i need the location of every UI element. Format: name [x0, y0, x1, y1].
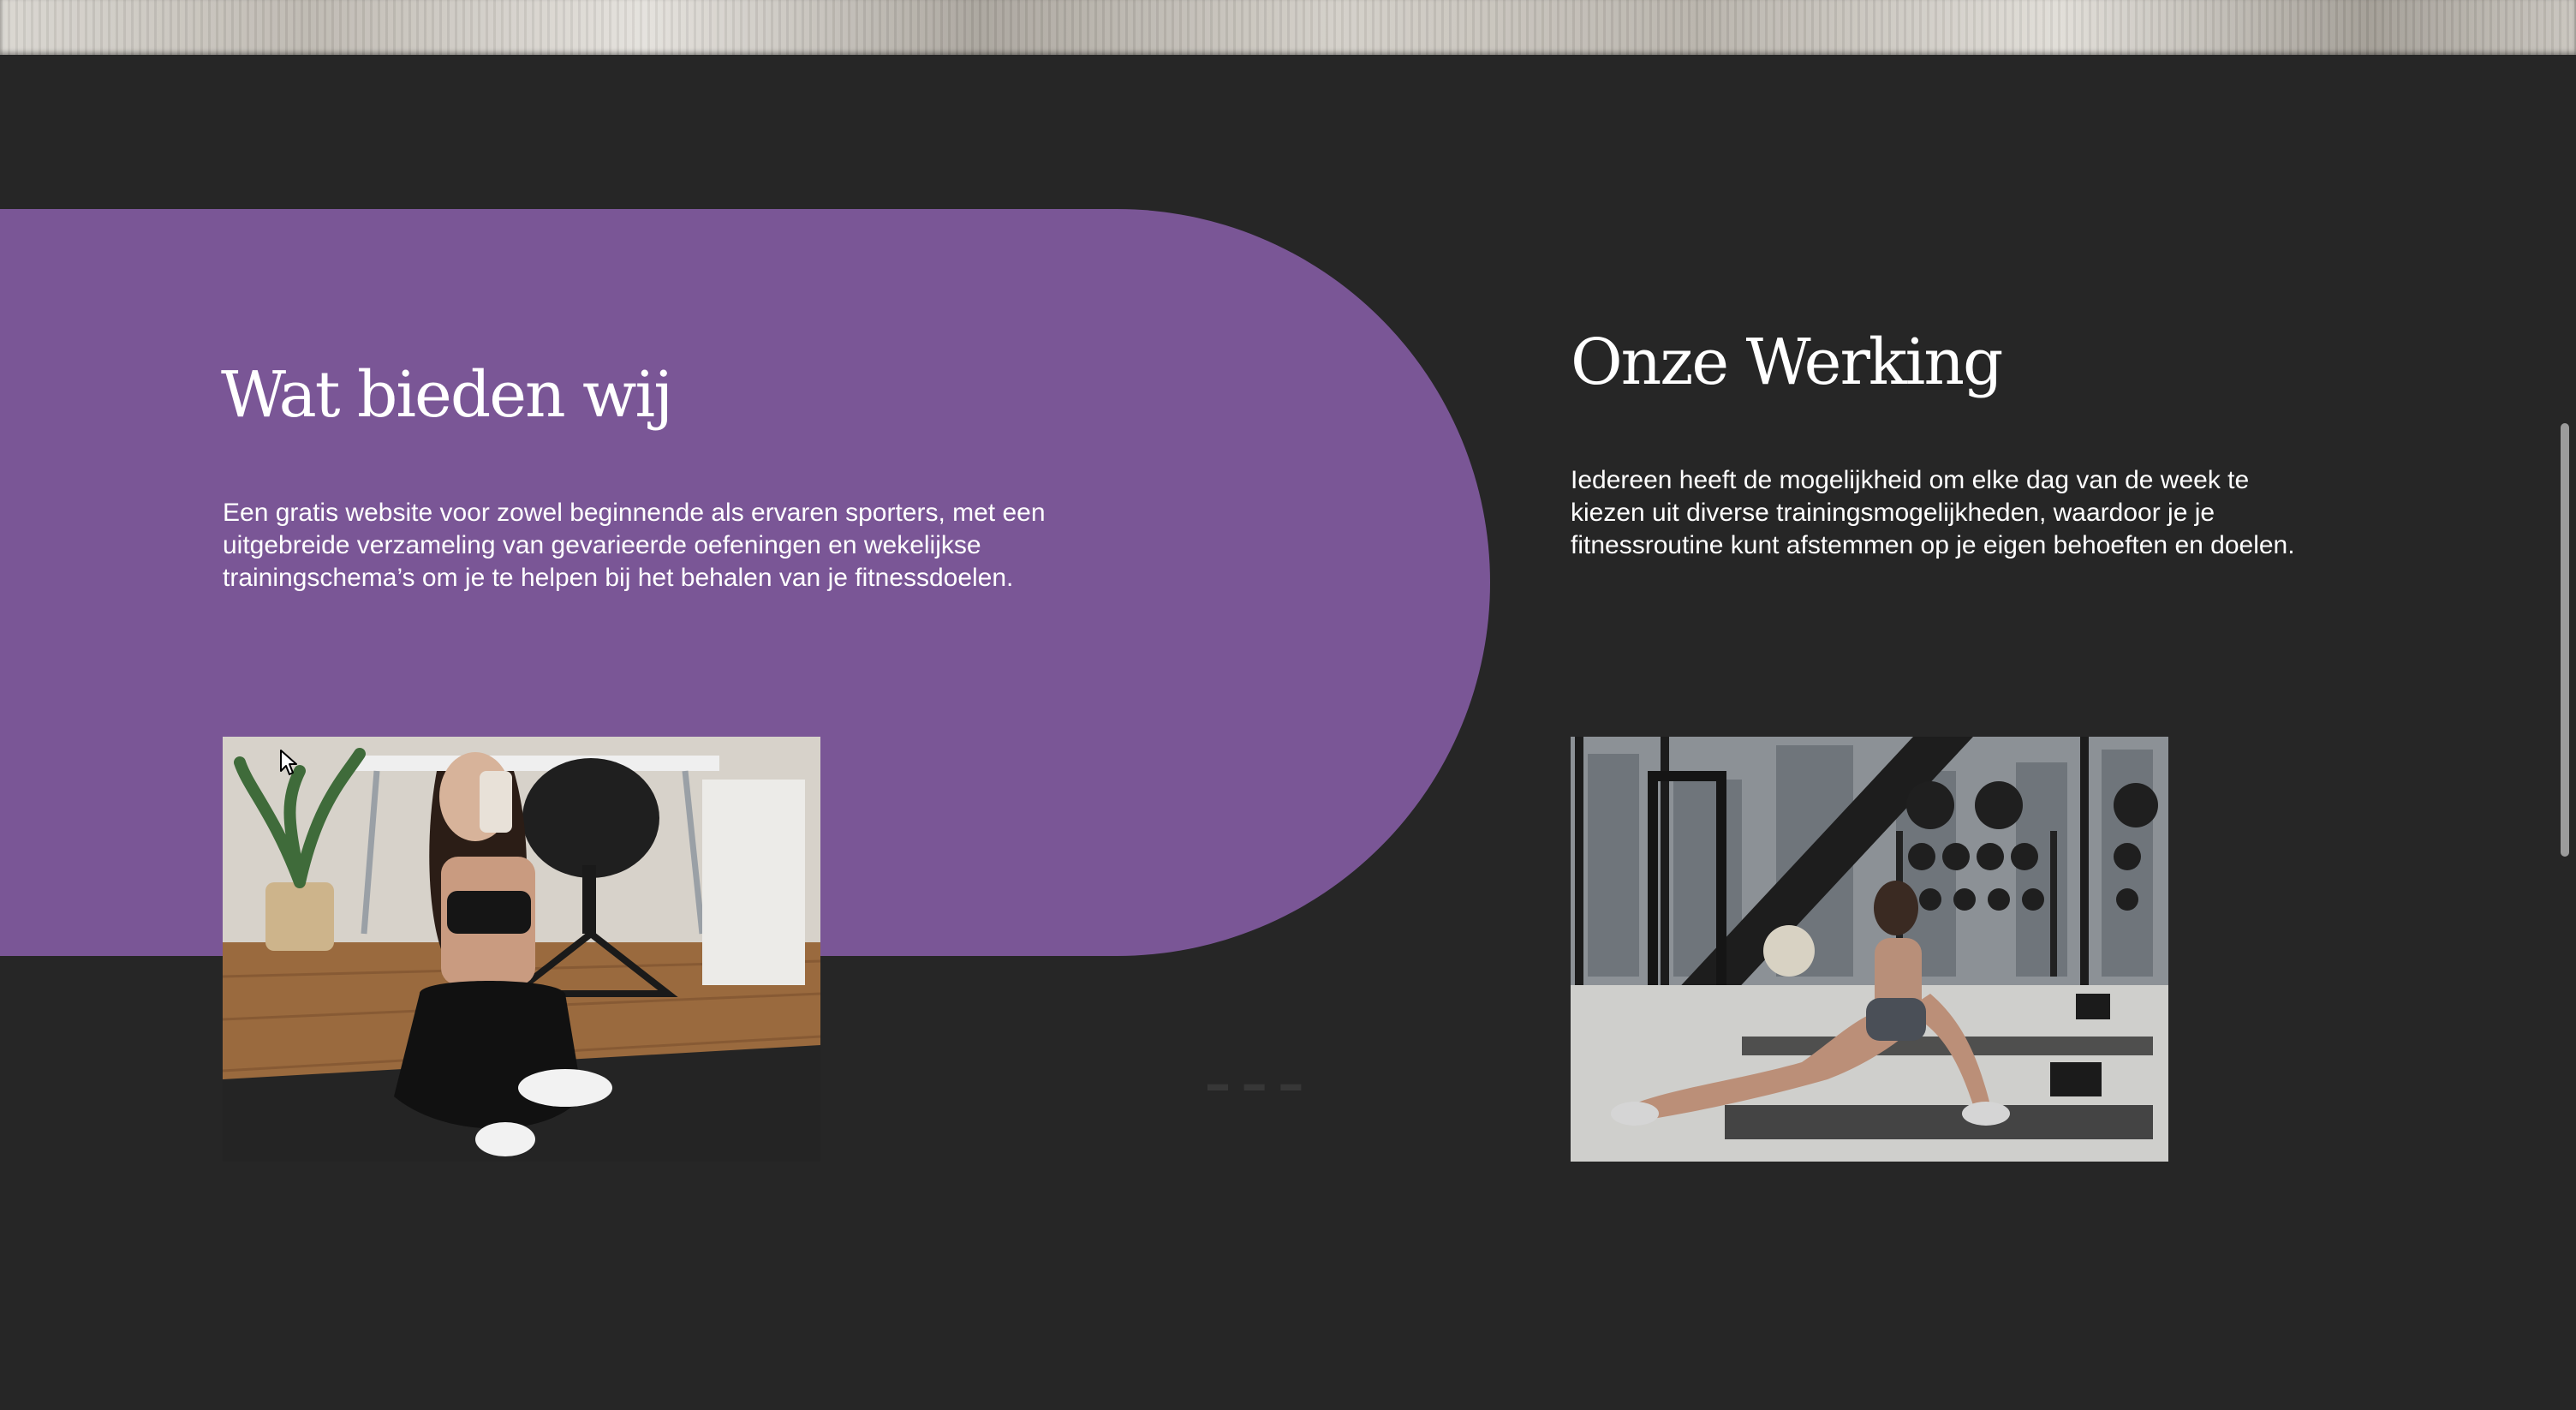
vertical-scrollbar[interactable] [2557, 0, 2576, 1410]
working-description: Iedereen heeft de mogelijkheid om elke d… [1571, 466, 2295, 559]
gym-illustration [1571, 737, 2168, 1162]
hero-image-strip [0, 0, 2576, 55]
offer-photo [223, 737, 820, 1162]
scrollbar-thumb[interactable] [2561, 423, 2569, 857]
mouse-cursor-icon [280, 750, 297, 775]
faint-decoration: ▬ ▬ ▬ [1208, 1072, 1307, 1096]
offer-title: Wat bieden wij [221, 358, 673, 432]
page: Wat bieden wij Een gratis website voor z… [0, 0, 2576, 1410]
offer-description: Een gratis website voor zowel beginnende… [223, 499, 1046, 592]
selfie-illustration [223, 737, 820, 1162]
working-photo [1571, 737, 2168, 1162]
working-title: Onze Werking [1571, 326, 2003, 399]
